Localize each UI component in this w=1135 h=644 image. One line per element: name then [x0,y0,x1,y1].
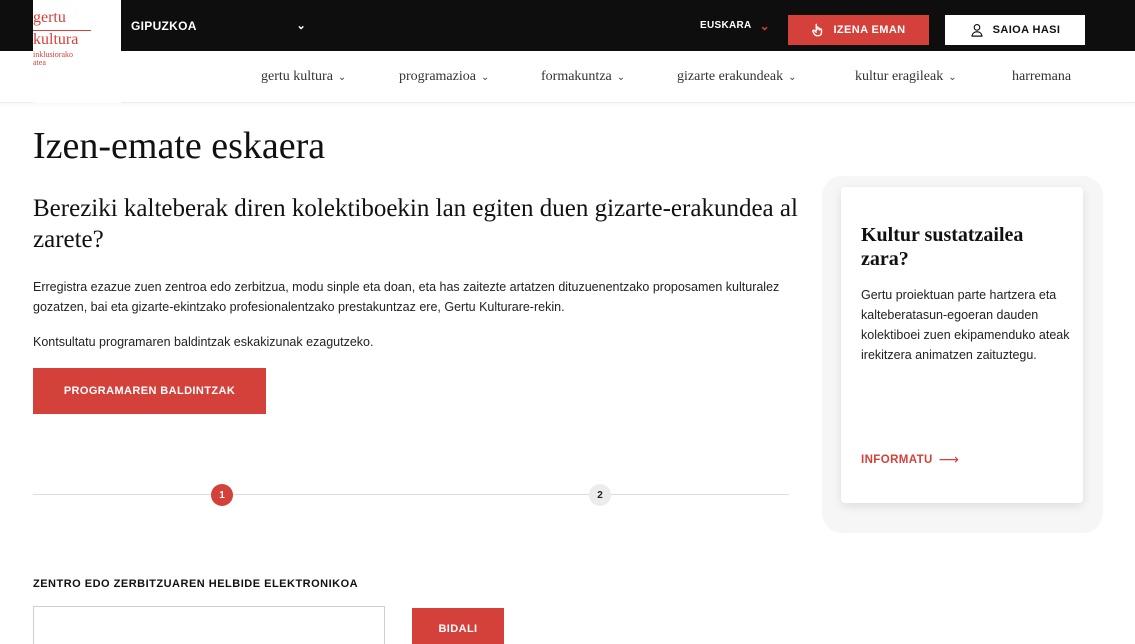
logo-line-2: kultura [33,31,79,48]
nav-item-harremana[interactable]: harremana [1012,68,1071,86]
register-button[interactable]: IZENA EMAN [788,15,929,45]
logo-tagline-2: atea [33,58,46,67]
nav-item-label: formakuntza [541,69,612,84]
user-icon [970,24,983,37]
nav-item-gizarte-erakundeak[interactable]: gizarte erakundeak ⌄ [677,68,797,86]
chevron-down-icon: ⌄ [480,71,490,83]
card-info-link[interactable]: INFORMATU ⟶ [861,452,959,468]
language-selector[interactable]: EUSKARA ⌄ [700,0,770,51]
register-label: IZENA EMAN [833,24,906,36]
chevron-down-icon: ⌄ [788,71,797,83]
arrow-right-icon: ⟶ [938,452,960,468]
chevron-down-icon: ⌄ [948,71,957,83]
hand-pointer-icon [812,23,823,37]
chevron-down-icon: ⌄ [616,71,626,83]
card-text: Gertu proiektuan parte hartzera eta kalt… [861,288,1070,362]
nav-item-label: gizarte erakundeak [677,69,784,84]
nav-item-label: harremana [1012,69,1072,84]
submit-button[interactable]: BIDALI [412,608,504,644]
language-label: EUSKARA [700,20,752,31]
step-indicator-2: 2 [589,484,611,506]
program-conditions-button[interactable]: PROGRAMAREN BALDINTZAK [33,368,266,414]
nav-item-gertu-kultura[interactable]: gertu kultura ⌄ [261,68,346,86]
card-title: Kultur sustatzailea zara? [861,224,1024,270]
nav-item-programazioa[interactable]: programazioa ⌄ [399,68,489,86]
conditions-hint: Kontsultatu programaren baldintzak eskak… [33,335,374,349]
nav-item-label: kultur eragileak [855,69,944,84]
page-subtitle: Bereziki kalteberak diren kolektiboekin … [33,195,798,253]
region-label: GIPUZKOA [131,18,197,33]
chevron-down-icon: ⌄ [759,18,770,33]
chevron-down-icon: ⌄ [337,71,347,83]
login-label: SAIOA HASI [992,24,1061,36]
top-bar: GIPUZKOA ⌄ EUSKARA ⌄ IZENA EMAN SAIOA HA… [0,0,1135,51]
promoter-card: Kultur sustatzailea zara? Gertu proiektu… [841,187,1083,503]
card-link-label: INFORMATU [861,454,933,466]
intro-paragraph: Erregistra ezazue zuen zentroa edo zerbi… [33,280,780,314]
nav-item-kultur-eragileak[interactable]: kultur eragileak ⌄ [855,68,957,86]
email-field-label: ZENTRO EDO ZERBITZUAREN HELBIDE ELEKTRON… [33,578,359,590]
chevron-down-icon: ⌄ [296,20,306,32]
login-button[interactable]: SAIOA HASI [945,15,1085,45]
nav-item-label: programazioa [399,69,476,84]
page-title: Izen-emate eskaera [33,125,326,167]
region-selector[interactable]: GIPUZKOA ⌄ [131,0,306,51]
step-indicator-1: 1 [211,484,233,506]
logo-tagline: inklusiorako atea [33,51,73,67]
nav-item-formakuntza[interactable]: formakuntza ⌄ [541,68,625,86]
email-field[interactable] [33,606,385,644]
site-logo[interactable]: gertu kultura inklusiorako atea [33,0,121,103]
nav-item-label: gertu kultura [261,69,333,84]
logo-line-1: gertu [33,9,66,26]
step-progress-line [33,494,789,495]
